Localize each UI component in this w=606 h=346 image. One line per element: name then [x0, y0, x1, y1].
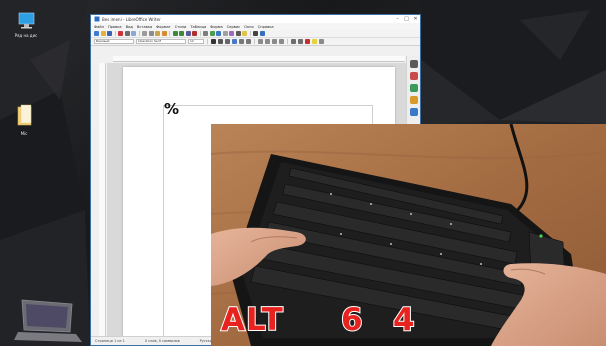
title-bar: Bes imeni - LibreOffice Writer – □ ✕	[91, 15, 420, 23]
sidebar-properties-icon[interactable]	[409, 60, 418, 68]
paragraph-style-select[interactable]: Базовый	[94, 39, 134, 44]
basic-shapes-icon[interactable]	[259, 31, 265, 36]
menu-item-table[interactable]: Таблица	[190, 25, 206, 29]
align-left-icon[interactable]	[258, 39, 263, 44]
insert-chart-icon[interactable]	[216, 31, 221, 36]
horizontal-ruler[interactable]	[113, 56, 405, 62]
align-right-icon[interactable]	[272, 39, 277, 44]
copy-icon[interactable]	[148, 31, 154, 36]
toolbar-separator	[287, 39, 288, 44]
redo-icon[interactable]	[179, 31, 184, 36]
sidebar-manage-changes-icon[interactable]	[409, 108, 418, 116]
justify-icon[interactable]	[279, 39, 284, 44]
toolbar-separator	[199, 31, 201, 36]
bold-icon[interactable]	[211, 39, 216, 44]
subscript-icon[interactable]	[246, 39, 251, 44]
menu-item-tools[interactable]: Сервис	[227, 25, 240, 29]
toolbar-separator	[138, 31, 140, 36]
sidebar-navigator-icon[interactable]	[409, 96, 418, 104]
line-icon[interactable]	[253, 31, 258, 36]
typed-character: %	[164, 100, 180, 118]
hyperlink-icon[interactable]	[235, 31, 241, 36]
italic-icon[interactable]	[218, 39, 223, 44]
desktop-icon-label: Mic	[20, 131, 28, 136]
status-page-count: Страница 1 из 1	[95, 339, 125, 343]
status-word-count: 0 слов, 0 символов	[144, 339, 180, 343]
cut-icon[interactable]	[142, 31, 147, 36]
open-icon[interactable]	[100, 31, 106, 36]
bullets-icon[interactable]	[291, 39, 296, 44]
print-icon[interactable]	[124, 31, 130, 36]
menu-item-form[interactable]: Форма	[210, 25, 223, 29]
sidebar-styles-icon[interactable]	[409, 72, 418, 80]
insert-table-icon[interactable]	[203, 31, 208, 36]
menu-item-insert[interactable]: Вставка	[137, 25, 152, 29]
desktop-icon-folder[interactable]: Mic	[4, 104, 44, 136]
minimize-icon[interactable]: –	[393, 16, 402, 22]
highlight-icon[interactable]	[312, 39, 317, 44]
toolbar-separator	[249, 31, 251, 36]
font-name-select[interactable]: Liberation Serif	[136, 39, 186, 44]
camera-overlay: ALT 6 4	[211, 124, 606, 346]
laptop-icon	[14, 299, 82, 342]
numbering-icon[interactable]	[298, 39, 303, 44]
menu-item-help[interactable]: Справка	[258, 25, 274, 29]
desktop-icon-recycle[interactable]: Ряд на дис	[6, 10, 46, 38]
menu-item-styles[interactable]: Стили	[175, 25, 187, 29]
paste-icon[interactable]	[155, 31, 160, 36]
overlay-key-6: 6	[340, 301, 364, 339]
strikethrough-icon[interactable]	[232, 39, 237, 44]
insert-textbox-icon[interactable]	[222, 31, 228, 36]
toolbar-separator	[254, 39, 255, 44]
undo-icon[interactable]	[172, 31, 178, 36]
computer-icon	[18, 12, 35, 29]
menu-item-window[interactable]: Окно	[244, 25, 254, 29]
desktop-icon-label: Ряд на дис	[14, 33, 38, 38]
new-document-icon[interactable]	[94, 31, 99, 36]
menu-item-file[interactable]: Файл	[94, 25, 104, 29]
export-pdf-icon[interactable]	[118, 31, 123, 36]
underline-icon[interactable]	[225, 39, 230, 44]
overlay-key-4: 4	[392, 301, 416, 339]
spelling-icon[interactable]	[192, 31, 197, 36]
writer-app-icon	[94, 16, 100, 22]
align-center-icon[interactable]	[265, 39, 270, 44]
clone-format-icon[interactable]	[161, 31, 167, 36]
find-replace-icon[interactable]	[185, 31, 191, 36]
toolbar-separator	[114, 31, 116, 36]
menu-item-view[interactable]: Вид	[126, 25, 133, 29]
superscript-icon[interactable]	[239, 39, 244, 44]
folder-icon	[17, 104, 32, 126]
standard-toolbar	[91, 30, 420, 38]
insert-image-icon[interactable]	[209, 31, 215, 36]
menu-bar: Файл Правка Вид Вставка Формат Стили Таб…	[91, 23, 420, 30]
save-icon[interactable]	[107, 31, 112, 36]
close-icon[interactable]: ✕	[411, 16, 420, 22]
maximize-icon[interactable]: □	[402, 16, 411, 22]
menu-item-format[interactable]: Формат	[156, 25, 171, 29]
overlay-key-alt: ALT	[220, 301, 284, 339]
toolbar-separator	[207, 39, 208, 44]
menu-item-edit[interactable]: Правка	[108, 25, 122, 29]
formatting-toolbar: Базовый Liberation Serif 12	[91, 38, 420, 46]
vertical-ruler[interactable]	[99, 63, 106, 337]
comment-icon[interactable]	[242, 31, 247, 36]
font-size-select[interactable]: 12	[188, 39, 204, 44]
print-preview-icon[interactable]	[131, 31, 136, 36]
special-character-icon[interactable]	[229, 31, 234, 36]
ruler-ticks	[113, 61, 405, 62]
sidebar-gallery-icon[interactable]	[409, 84, 418, 92]
line-spacing-icon[interactable]	[319, 39, 324, 44]
toolbar-separator	[169, 31, 170, 36]
window-title: Bes imeni - LibreOffice Writer	[102, 16, 161, 22]
font-color-icon[interactable]	[305, 39, 310, 44]
